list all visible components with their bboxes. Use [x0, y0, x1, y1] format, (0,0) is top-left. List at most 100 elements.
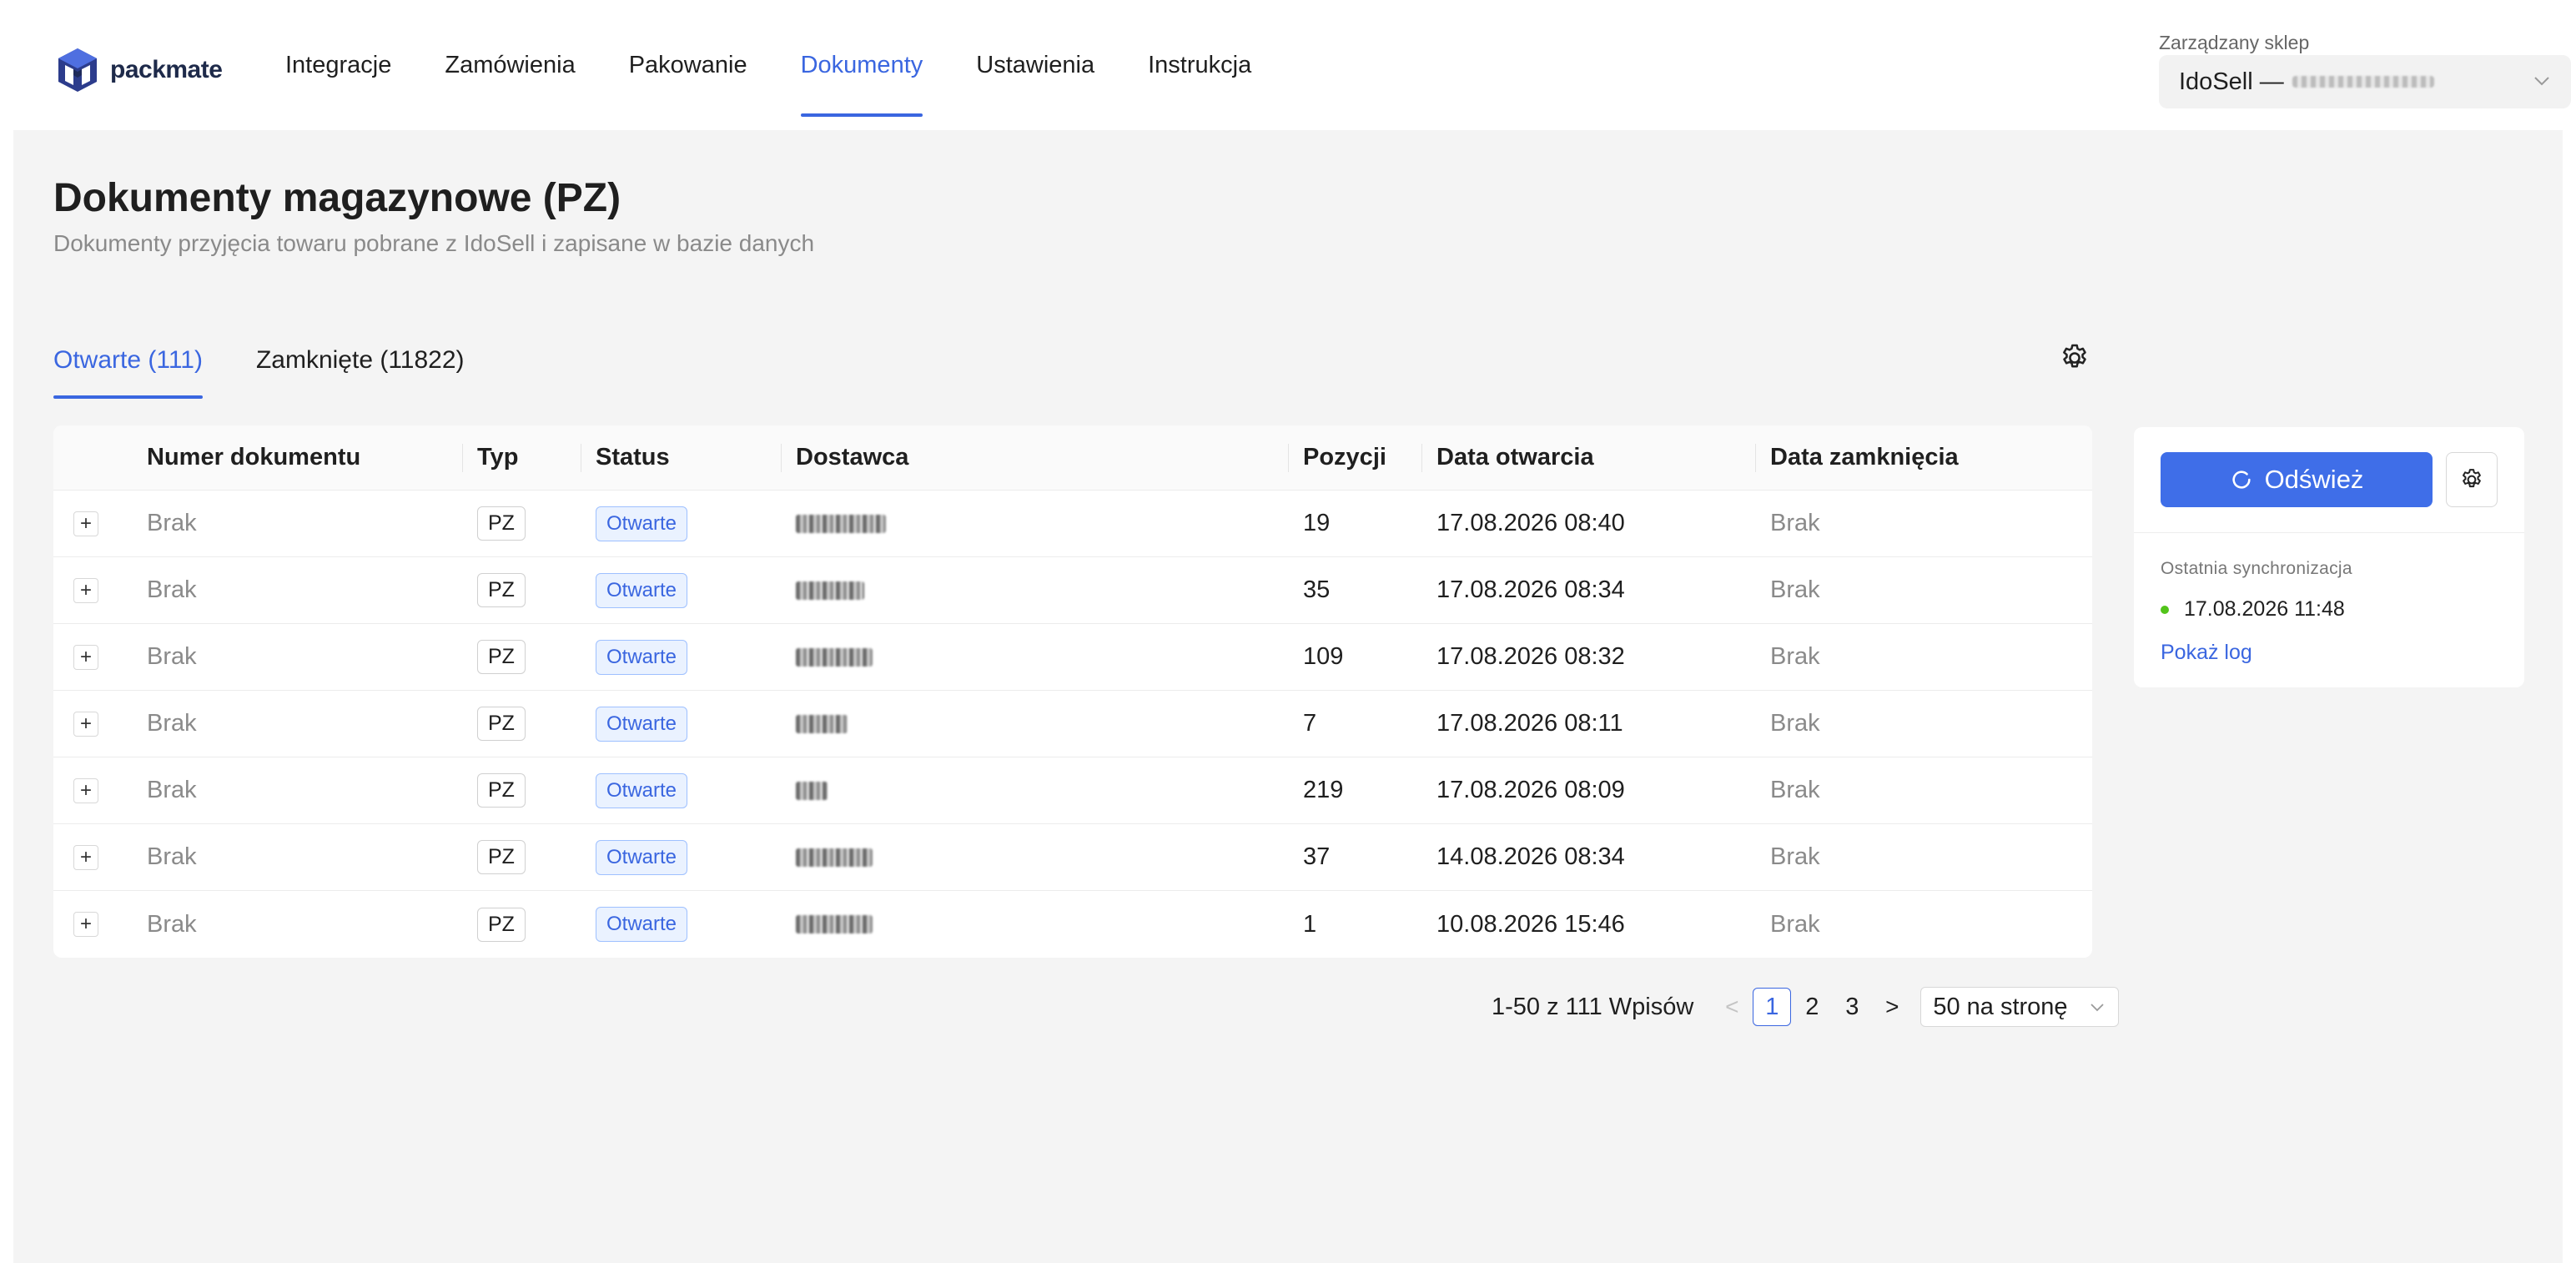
expand-row-button[interactable]: +: [73, 844, 98, 870]
supplier-redacted: [796, 781, 828, 800]
panel-divider: [2134, 532, 2524, 533]
page-size-select[interactable]: 50 na stronę: [1920, 987, 2120, 1027]
table-header-type[interactable]: Typ: [462, 425, 581, 490]
top-bar: packmate Integracje Zamówienia Pakowanie…: [0, 0, 2576, 130]
nav-item-instrukcja[interactable]: Instrukcja: [1148, 0, 1251, 130]
opened-date: 17.08.2026 08:32: [1436, 643, 1625, 670]
supplier-redacted: [796, 915, 873, 933]
expand-row-button[interactable]: +: [73, 912, 98, 937]
positions-count: 109: [1303, 643, 1344, 670]
documents-table: Numer dokumentu Typ Status Dostawca Pozy…: [53, 425, 2092, 958]
document-number: Brak: [147, 777, 197, 803]
last-sync-time: 17.08.2026 11:48: [2184, 597, 2345, 621]
table-row[interactable]: + Brak PZ Otwarte 219 17.08.2026 08:09 B…: [53, 757, 2092, 824]
table-row[interactable]: + Brak PZ Otwarte 1 10.08.2026 15:46 Bra…: [53, 891, 2092, 958]
table-row[interactable]: + Brak PZ Otwarte 37 14.08.2026 08:34 Br…: [53, 824, 2092, 891]
expand-row-button[interactable]: +: [73, 711, 98, 737]
document-number: Brak: [147, 576, 197, 603]
tab-otwarte[interactable]: Otwarte (111): [53, 334, 203, 399]
status-tag: Otwarte: [596, 639, 688, 675]
positions-count: 37: [1303, 843, 1331, 870]
table-header-positions[interactable]: Pozycji: [1288, 425, 1421, 490]
expand-row-button[interactable]: +: [73, 777, 98, 803]
page-2-button[interactable]: 2: [1793, 988, 1831, 1026]
expand-row-button[interactable]: +: [73, 511, 98, 536]
expand-row-button[interactable]: +: [73, 577, 98, 603]
table-header-number[interactable]: Numer dokumentu: [132, 425, 462, 490]
opened-date: 17.08.2026 08:34: [1436, 576, 1625, 603]
closed-date: Brak: [1770, 843, 1820, 870]
expand-row-button[interactable]: +: [73, 644, 98, 670]
type-badge: PZ: [477, 840, 526, 874]
opened-date: 17.08.2026 08:40: [1436, 510, 1625, 536]
app-logo[interactable]: packmate: [53, 43, 223, 97]
closed-date: Brak: [1770, 710, 1820, 737]
last-sync-row: 17.08.2026 11:48: [2161, 597, 2345, 621]
type-badge: PZ: [477, 707, 526, 741]
table-row[interactable]: + Brak PZ Otwarte 7 17.08.2026 08:11 Bra…: [53, 691, 2092, 757]
positions-count: 35: [1303, 576, 1331, 603]
pagination-total: 1-50 z 111 Wpisów: [1492, 993, 1694, 1020]
closed-date: Brak: [1770, 777, 1820, 803]
nav-item-dokumenty[interactable]: Dokumenty: [800, 0, 923, 130]
supplier-redacted: [796, 848, 873, 867]
supplier-redacted: [796, 647, 873, 667]
sync-status-dot: [2161, 605, 2169, 614]
refresh-icon: [2231, 470, 2251, 489]
nav-item-integracje[interactable]: Integracje: [285, 0, 391, 130]
opened-date: 17.08.2026 08:09: [1436, 777, 1625, 803]
document-number: Brak: [147, 843, 197, 870]
pagination: 1-50 z 111 Wpisów < 1 2 3 > 50 na stronę: [1492, 986, 2120, 1028]
page-3-button[interactable]: 3: [1833, 988, 1871, 1026]
shop-name-redacted: [2292, 76, 2434, 88]
main-content: Dokumenty magazynowe (PZ) Dokumenty przy…: [13, 130, 2563, 1263]
page-title: Dokumenty magazynowe (PZ): [53, 176, 621, 220]
status-tag: Otwarte: [596, 907, 688, 942]
table-row[interactable]: + Brak PZ Otwarte 35 17.08.2026 08:34 Br…: [53, 557, 2092, 624]
nav-item-zamowienia[interactable]: Zamówienia: [445, 0, 575, 130]
table-header-closed[interactable]: Data zamknięcia: [1755, 425, 2092, 490]
page-1-button[interactable]: 1: [1753, 988, 1792, 1026]
type-badge: PZ: [477, 640, 526, 674]
gear-icon: [2463, 469, 2481, 488]
positions-count: 19: [1303, 510, 1331, 536]
tab-zamkniete[interactable]: Zamknięte (11822): [256, 334, 465, 387]
page-size-value: 50 na stronę: [1933, 993, 2068, 1020]
positions-count: 7: [1303, 710, 1317, 737]
supplier-redacted: [796, 514, 886, 533]
opened-date: 17.08.2026 08:11: [1436, 710, 1623, 737]
positions-count: 219: [1303, 777, 1344, 803]
gear-icon[interactable]: [2059, 342, 2090, 374]
table-header-supplier[interactable]: Dostawca: [781, 425, 1288, 490]
status-tag: Otwarte: [596, 839, 688, 875]
main-nav: Integracje Zamówienia Pakowanie Dokument…: [285, 0, 1305, 130]
type-badge: PZ: [477, 506, 526, 541]
table-header-status[interactable]: Status: [581, 425, 781, 490]
nav-item-ustawienia[interactable]: Ustawienia: [976, 0, 1094, 130]
prev-page-button[interactable]: <: [1712, 994, 1752, 1020]
table-header-row: Numer dokumentu Typ Status Dostawca Pozy…: [53, 425, 2092, 491]
show-log-link[interactable]: Pokaż log: [2161, 641, 2252, 665]
type-badge: PZ: [477, 773, 526, 808]
nav-item-pakowanie[interactable]: Pakowanie: [629, 0, 747, 130]
page-subtitle: Dokumenty przyjęcia towaru pobrane z Ido…: [53, 230, 815, 256]
status-tag: Otwarte: [596, 772, 688, 808]
sync-panel: Odśwież Ostatnia synchronizacja 17.08.20…: [2134, 427, 2524, 687]
refresh-button[interactable]: Odśwież: [2161, 452, 2433, 507]
closed-date: Brak: [1770, 510, 1820, 536]
status-tag: Otwarte: [596, 506, 688, 541]
table-header-opened[interactable]: Data otwarcia: [1421, 425, 1755, 490]
closed-date: Brak: [1770, 643, 1820, 670]
status-tag: Otwarte: [596, 706, 688, 742]
refresh-label: Odśwież: [2264, 465, 2364, 494]
positions-count: 1: [1303, 910, 1317, 938]
shop-select-label: Zarządzany sklep: [2159, 32, 2310, 53]
table-row[interactable]: + Brak PZ Otwarte 109 17.08.2026 08:32 B…: [53, 624, 2092, 691]
shop-select[interactable]: IdoSell —: [2159, 55, 2571, 108]
next-page-button[interactable]: >: [1872, 994, 1912, 1020]
table-row[interactable]: + Brak PZ Otwarte 19 17.08.2026 08:40 Br…: [53, 491, 2092, 557]
sync-settings-button[interactable]: [2446, 452, 2498, 507]
type-badge: PZ: [477, 573, 526, 607]
status-tag: Otwarte: [596, 572, 688, 608]
document-number: Brak: [147, 710, 197, 737]
